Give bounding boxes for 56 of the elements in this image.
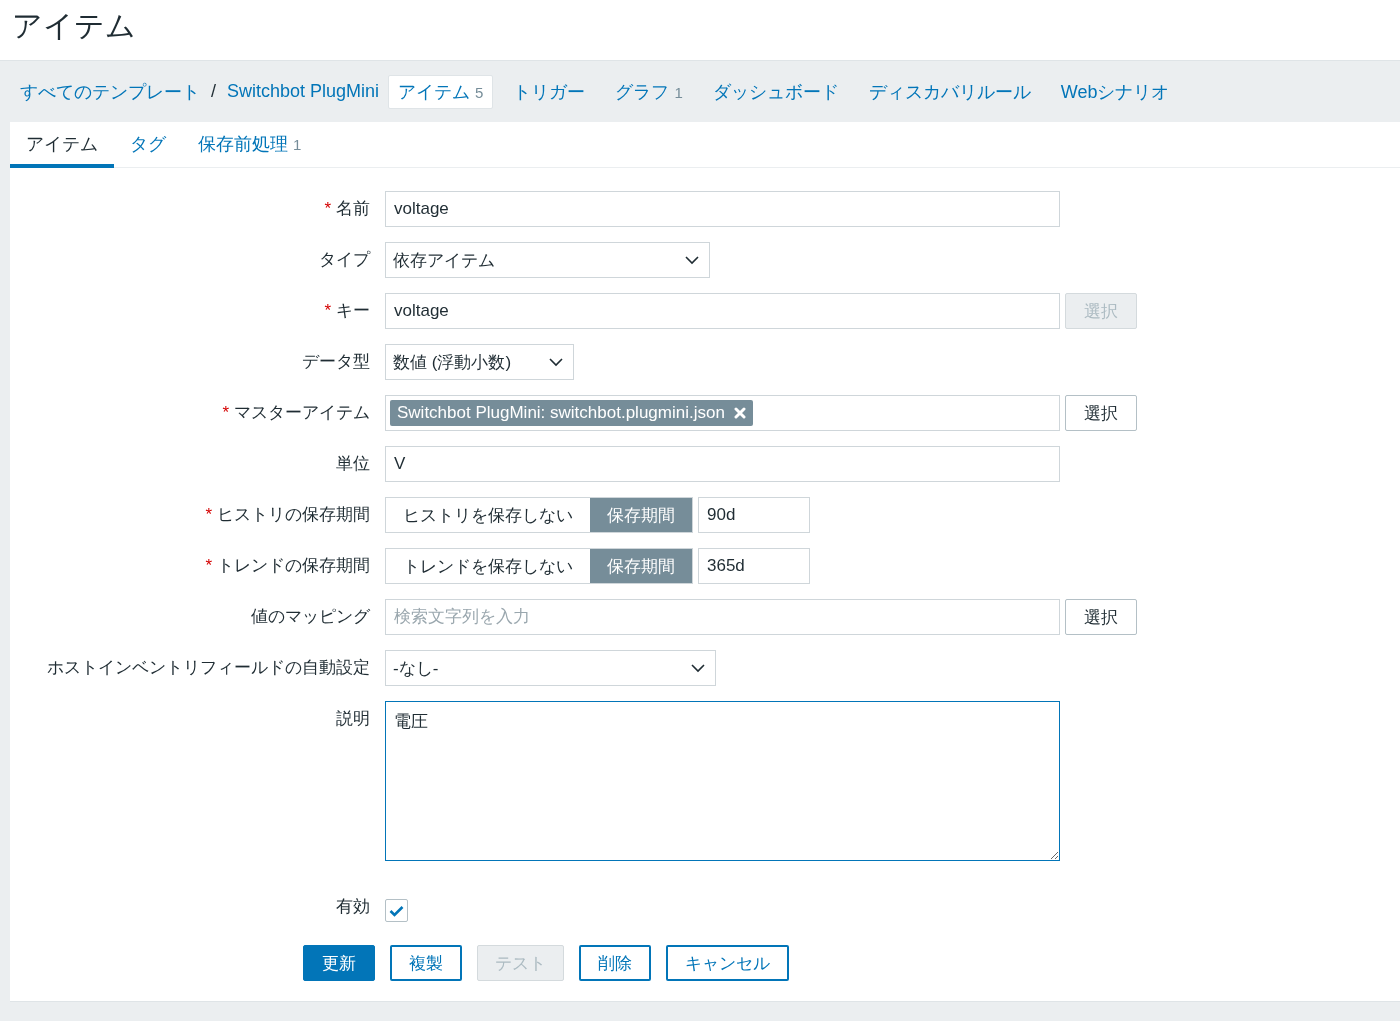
select-button[interactable]: 選択 — [1065, 599, 1137, 635]
chevron-down-icon — [691, 663, 705, 673]
nav-tab[interactable]: アイテム 5 — [388, 74, 494, 109]
form-button[interactable]: キャンセル — [666, 945, 789, 981]
nav-tab[interactable]: ダッシュボード — [702, 74, 849, 109]
dropdown-select[interactable]: 数値 (浮動小数) — [385, 344, 574, 380]
field-label: 説明 — [335, 708, 370, 730]
breadcrumb-separator: / — [211, 81, 216, 102]
form-button[interactable]: 削除 — [579, 945, 651, 981]
close-icon[interactable] — [733, 407, 746, 419]
form-tab[interactable]: 保存前処理 1 — [182, 122, 318, 168]
required-mark: * — [205, 556, 212, 575]
nav-tab[interactable]: グラフ 1 — [605, 74, 693, 109]
period-field[interactable]: 90d — [698, 497, 810, 533]
nav-tab[interactable]: ディスカバリルール — [858, 74, 1041, 109]
field-label: 値のマッピング — [250, 606, 370, 628]
text-field[interactable]: voltage — [385, 293, 1060, 329]
toggle-option[interactable]: 保存期間 — [590, 498, 692, 532]
text-field[interactable]: V — [385, 446, 1060, 482]
field-label: * トレンドの保存期間 — [204, 555, 370, 577]
period-field[interactable]: 365d — [698, 548, 810, 584]
field-label: 有効 — [335, 896, 370, 918]
required-mark: * — [205, 505, 212, 524]
field-label: * ヒストリの保存期間 — [204, 504, 370, 526]
text-field[interactable]: 検索文字列を入力 — [385, 599, 1060, 635]
item-chip: Switchbot PlugMini: switchbot.plugmini.json — [390, 400, 753, 426]
toggle-option[interactable]: 保存期間 — [590, 549, 692, 583]
form-button[interactable]: 複製 — [390, 945, 462, 981]
checkmark-icon — [389, 904, 404, 917]
form-tab[interactable]: アイテム — [10, 122, 114, 168]
multiselect-field[interactable]: Switchbot PlugMini: switchbot.plugmini.json — [385, 395, 1060, 431]
description-textarea[interactable]: 電圧 — [385, 701, 1060, 861]
select-button[interactable]: 選択 — [1065, 395, 1137, 431]
dropdown-select[interactable]: -なし- — [385, 650, 716, 686]
chevron-down-icon — [685, 255, 699, 265]
nav-tab[interactable]: Webシナリオ — [1050, 74, 1180, 109]
chevron-down-icon — [549, 357, 563, 367]
field-label: * マスターアイテム — [221, 402, 370, 424]
breadcrumb-link[interactable]: Switchbot PlugMini — [227, 81, 380, 102]
field-label: ホストインベントリフィールドの自動設定 — [46, 657, 370, 679]
nav-tab[interactable]: トリガー — [503, 74, 596, 109]
form-button[interactable]: 更新 — [303, 945, 375, 981]
required-mark: * — [222, 403, 229, 422]
form-tab[interactable]: タグ — [114, 122, 182, 168]
text-field[interactable]: voltage — [385, 191, 1060, 227]
field-label: 単位 — [335, 453, 370, 475]
dropdown-select[interactable]: 依存アイテム — [385, 242, 710, 278]
breadcrumb-link[interactable]: すべてのテンプレート — [20, 79, 200, 104]
checkbox[interactable] — [385, 899, 408, 922]
field-label: タイプ — [318, 249, 370, 271]
field-label: * 名前 — [323, 198, 370, 220]
field-label: * キー — [323, 300, 370, 322]
field-label: データ型 — [301, 351, 370, 373]
required-mark: * — [324, 301, 331, 320]
required-mark: * — [324, 199, 331, 218]
page-title: アイテム — [12, 8, 137, 44]
